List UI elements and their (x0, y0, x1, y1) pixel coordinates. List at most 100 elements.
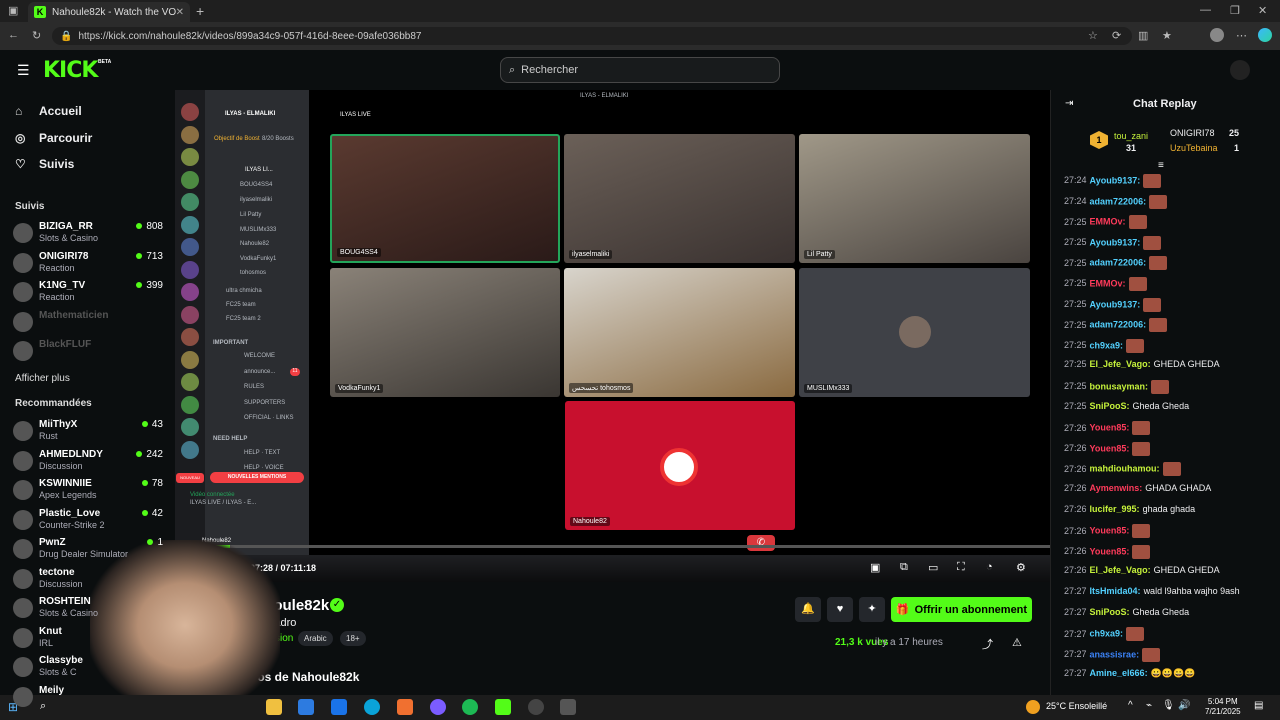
chat-username[interactable]: EMMOv: (1090, 278, 1126, 288)
kick-logo[interactable]: KICK (43, 58, 98, 83)
settings-gear-icon[interactable]: ⚙ (1016, 561, 1026, 574)
url-field[interactable]: 🔒 https://kick.com/nahoule82k/videos/899… (52, 27, 1132, 45)
discord-icon[interactable] (430, 699, 446, 715)
chat-username[interactable]: Ayoub9137: (1090, 299, 1141, 309)
nav-following[interactable]: ♡ Suivis (15, 157, 74, 171)
sidebar-channel[interactable]: Mathematicien (13, 309, 163, 335)
tag-mature[interactable]: 18+ (340, 631, 366, 646)
discord-channel[interactable]: ultra chmicha (226, 288, 262, 294)
sidebar-channel[interactable]: KSWINNIIE Apex Legends 78 (13, 477, 163, 503)
discord-channel[interactable]: OFFICIAL · LINKS (244, 415, 293, 421)
taskbar-clock[interactable]: 5:04 PM 7/21/2025 (1205, 697, 1241, 717)
copilot-icon[interactable] (1258, 28, 1272, 42)
discord-channel[interactable]: WELCOME (244, 353, 275, 359)
discord-server-icon[interactable] (181, 103, 199, 121)
bell-icon[interactable]: 🔔 (795, 597, 821, 622)
chat-username[interactable]: anassisrae: (1090, 649, 1140, 659)
nav-home[interactable]: ⌂ Accueil (15, 104, 82, 118)
chat-username[interactable]: El_Jefe_Vago: (1090, 359, 1151, 369)
follow-heart-icon[interactable]: ♥ (827, 597, 853, 622)
chat-username[interactable]: adam722006: (1090, 258, 1147, 268)
discord-server-icon[interactable] (181, 350, 199, 369)
back-icon[interactable]: ← (8, 29, 19, 41)
outlook-icon[interactable] (331, 699, 347, 715)
discord-server-icon[interactable] (181, 395, 199, 414)
chat-username[interactable]: Youen85: (1090, 526, 1130, 536)
minimize-icon[interactable]: — (1200, 4, 1211, 16)
speaker-icon[interactable]: 🔊 (1178, 700, 1190, 711)
discord-server-icon[interactable] (181, 328, 199, 346)
discord-channel[interactable]: HELP · TEXT (244, 450, 280, 456)
more-menu-icon[interactable]: ⋯ (1236, 29, 1247, 42)
expand-leaders-icon[interactable]: ≡ (1158, 160, 1164, 171)
discord-server-icon[interactable] (181, 283, 199, 301)
chat-username[interactable]: Youen85: (1090, 423, 1130, 433)
discord-server-icon[interactable] (181, 440, 199, 459)
file-explorer-icon[interactable] (266, 699, 282, 715)
discord-server-icon[interactable] (181, 193, 199, 211)
sidebar-channel[interactable]: MiiThyX Rust 43 (13, 418, 163, 444)
video-progress-track[interactable] (175, 545, 1050, 548)
report-icon[interactable]: ⚠ (1012, 636, 1022, 649)
chat-username[interactable]: mahdiouhamou: (1090, 464, 1160, 474)
discord-channel[interactable]: announce... (244, 369, 275, 375)
hangup-icon[interactable]: ✆ (747, 535, 775, 551)
sidebar-channel[interactable]: AHMEDLNDY Discussion 242 (13, 448, 163, 474)
vlc-icon[interactable] (397, 699, 413, 715)
discord-channel[interactable]: FC25 team (226, 302, 256, 308)
sidebar-channel[interactable]: PwnZ Drug Dealer Simulator 1 (13, 536, 163, 562)
window-menu-icon[interactable]: ▣ (8, 4, 18, 17)
discord-channel[interactable]: RULES (244, 384, 264, 390)
discord-server-icon[interactable] (181, 170, 199, 189)
refresh-icon[interactable]: ↻ (32, 29, 41, 42)
kick-app-icon[interactable] (495, 699, 511, 715)
sidebar-channel[interactable]: Plastic_Love Counter-Strike 2 42 (13, 507, 163, 533)
chat-username[interactable]: lucifer_995: (1090, 504, 1140, 514)
collapse-chat-icon[interactable]: ⇥ (1065, 98, 1073, 109)
theater-icon[interactable]: ▭ (928, 561, 938, 574)
chat-username[interactable]: Aymenwins: (1090, 483, 1143, 493)
chat-username[interactable]: ch9xa9: (1090, 340, 1124, 350)
sidebar-channel[interactable]: BIZIGA_RR Slots & Casino 808 (13, 220, 163, 246)
nav-browse[interactable]: ◎ Parcourir (15, 131, 92, 145)
taskbar-settings-icon[interactable] (560, 699, 576, 715)
favorite-star-icon[interactable]: ☆ (1088, 29, 1098, 42)
notification-icon[interactable]: ▤ (1254, 700, 1263, 711)
split-screen-icon[interactable]: ▥ (1138, 29, 1148, 42)
discord-server-icon[interactable] (181, 125, 199, 144)
favorites-icon[interactable]: ★ (1162, 29, 1172, 42)
chat-username[interactable]: Amine_el666: (1090, 668, 1148, 678)
chat-username[interactable]: El_Jefe_Vago: (1090, 565, 1151, 575)
chat-username[interactable]: Youen85: (1090, 443, 1130, 453)
sidebar-channel[interactable]: BlackFLUF (13, 338, 163, 364)
chat-username[interactable]: adam722006: (1090, 196, 1147, 206)
discord-server-icon[interactable] (181, 215, 199, 234)
store-icon[interactable] (298, 699, 314, 715)
discord-server-icon[interactable] (181, 148, 199, 166)
chat-username[interactable]: SniPooS: (1090, 401, 1130, 411)
discord-channel[interactable]: FC25 team 2 (226, 316, 261, 322)
network-icon[interactable]: ⌁ (1146, 700, 1152, 711)
extensions-icon[interactable]: ⟳ (1112, 29, 1121, 42)
chat-username[interactable]: Youen85: (1090, 546, 1130, 556)
sidebar-channel[interactable]: Classybe Slots & C (13, 654, 163, 680)
close-window-icon[interactable]: ✕ (1258, 4, 1267, 17)
profile-avatar[interactable] (1210, 28, 1224, 42)
chat-username[interactable]: bonusayman: (1090, 381, 1149, 391)
speed-icon[interactable]: ◔ (986, 561, 993, 573)
show-more-link[interactable]: Afficher plus (15, 373, 70, 384)
discord-server-icon[interactable] (181, 238, 199, 256)
mic-icon[interactable]: 🎙 (1162, 700, 1175, 711)
obs-icon[interactable] (528, 699, 544, 715)
sidebar-channel[interactable]: ROSHTEIN Slots & Casino (13, 595, 163, 621)
fullscreen-icon[interactable]: ⛶ (957, 561, 965, 574)
gift-subscription-button[interactable]: 🎁 Offrir un abonnement (891, 597, 1032, 622)
user-avatar[interactable] (1230, 60, 1250, 80)
weather-text[interactable]: 25°C Ensoleillé (1046, 701, 1107, 711)
new-tab-icon[interactable]: + (196, 3, 204, 19)
hamburger-menu-icon[interactable]: ☰ (17, 62, 30, 79)
sidebar-channel[interactable]: ONIGIRI78 Reaction 713 (13, 250, 163, 276)
pip-icon[interactable]: ⧉ (900, 561, 908, 574)
tag-language[interactable]: Arabic (298, 631, 333, 646)
close-tab-icon[interactable]: ✕ (176, 7, 184, 18)
